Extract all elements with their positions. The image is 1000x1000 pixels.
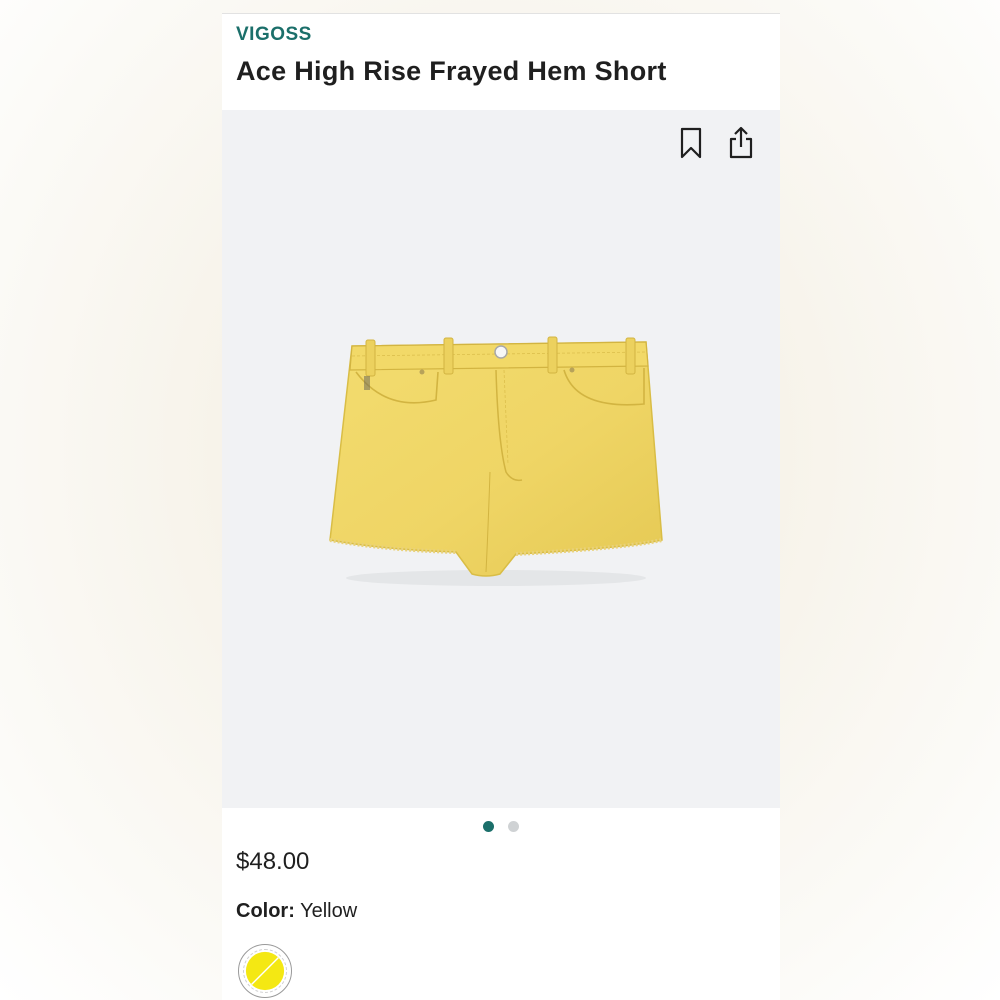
product-image-carousel[interactable]	[222, 110, 780, 808]
carousel-dot-1[interactable]	[483, 821, 494, 832]
product-image-shorts	[329, 336, 663, 586]
product-price: $48.00	[236, 848, 310, 875]
image-actions	[678, 126, 754, 160]
share-icon[interactable]	[728, 126, 754, 160]
color-label-row: Color: Yellow	[236, 900, 357, 923]
swatch-fill	[243, 949, 287, 993]
product-detail-screen: VIGOSS Ace High Rise Frayed Hem Short $4…	[222, 13, 780, 1000]
color-value: Yellow	[300, 900, 358, 922]
color-label: Color:	[236, 900, 295, 922]
swatch-graphic	[245, 951, 285, 991]
carousel-pagination	[222, 821, 780, 832]
carousel-dot-2[interactable]	[508, 821, 519, 832]
bookmark-icon[interactable]	[678, 126, 704, 160]
product-title: Ace High Rise Frayed Hem Short	[236, 56, 667, 86]
color-swatch-yellow[interactable]	[238, 944, 292, 998]
brand-name[interactable]: VIGOSS	[236, 24, 312, 46]
